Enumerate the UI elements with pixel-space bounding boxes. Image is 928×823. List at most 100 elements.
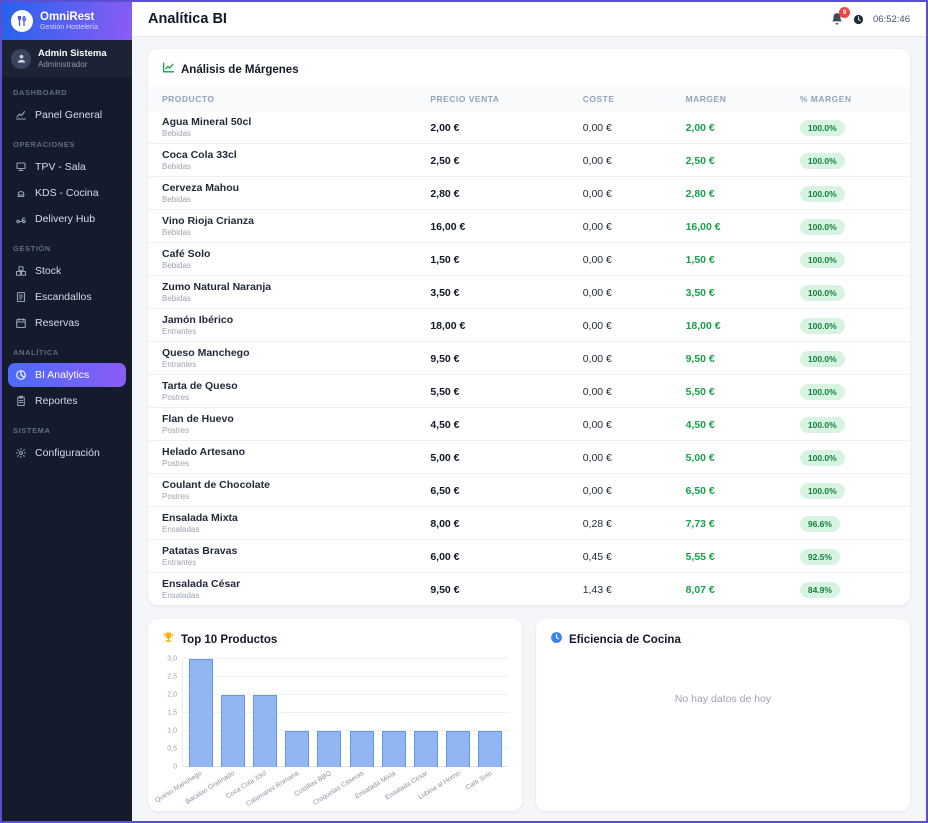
y-tick-label: 0 [173,764,177,771]
sidebar-item-label: Stock [35,265,61,277]
chart-x-labels: Queso ManchegoBacalao GratinadoCoca Cola… [182,767,508,803]
sidebar-item-label: KDS - Cocina [35,187,99,199]
boxes-icon [15,265,27,277]
top-products-card: Top 10 Productos 00,51,01,52,02,53,0 Que… [148,619,522,811]
document-icon [15,291,27,303]
nav-section-label: OPERACIONES [2,129,132,153]
product-name: Tarta de Queso [162,380,414,392]
kitchen-card-title: Eficiencia de Cocina [569,634,681,646]
cost-value: 0,00 € [583,188,612,200]
sidebar-item-kds-cocina[interactable]: KDS - Cocina [8,181,126,205]
margin-value: 5,50 € [686,386,715,398]
column-header-precio-venta: PRECIO VENTA [422,87,574,111]
sidebar-item-reportes[interactable]: Reportes [8,389,126,413]
product-name: Agua Mineral 50cl [162,116,414,128]
table-row: Queso ManchegoEntrantes9,50 €0,00 €9,50 … [148,342,910,375]
sidebar-item-label: Delivery Hub [35,213,95,225]
column-header-producto: PRODUCTO [148,87,422,111]
table-row: Vino Rioja CrianzaBebidas16,00 €0,00 €16… [148,210,910,243]
margin-value: 8,07 € [686,584,715,596]
product-name: Coca Cola 33cl [162,149,414,161]
bar-calamares-romana [285,731,309,767]
product-category: Postres [162,426,414,435]
margins-table-header-row: PRODUCTO PRECIO VENTA COSTE MARGEN % MAR… [148,87,910,111]
cost-value: 0,45 € [583,551,612,563]
cost-value: 0,00 € [583,221,612,233]
cost-value: 1,43 € [583,584,612,596]
y-tick-label: 1,5 [167,710,177,717]
sidebar-item-label: Panel General [35,109,102,121]
blue-clock-icon [550,631,563,649]
sidebar-item-panel-general[interactable]: Panel General [8,103,126,127]
app-tagline: Gestión Hostelería [40,24,98,31]
margin-pct-badge: 92.5% [800,549,840,565]
column-header-pct-margen: % MARGEN [792,87,910,111]
app-logo: OmniRest Gestión Hostelería [2,2,132,40]
sidebar-item-delivery-hub[interactable]: Delivery Hub [8,207,126,231]
margin-pct-badge: 100.0% [800,120,845,136]
product-name: Zumo Natural Naranja [162,281,414,293]
cost-value: 0,28 € [583,518,612,530]
green-chart-icon [162,61,175,79]
nav-section-label: SISTEMA [2,415,132,439]
sidebar-item-reservas[interactable]: Reservas [8,311,126,335]
margin-value: 7,73 € [686,518,715,530]
margin-pct-badge: 100.0% [800,285,845,301]
sidebar-item-bi-analytics[interactable]: BI Analytics [8,363,126,387]
product-category: Postres [162,393,414,402]
product-category: Ensaladas [162,591,414,600]
margin-pct-badge: 100.0% [800,219,845,235]
table-row: Coulant de ChocolatePostres6,50 €0,00 €6… [148,474,910,507]
sidebar-item-escandallos[interactable]: Escandallos [8,285,126,309]
notifications-bell-icon[interactable]: 9 [830,12,844,26]
bar-bacalao-gratinado [221,695,245,767]
user-block: Admin Sistema Administrador [2,40,132,77]
kitchen-efficiency-card: Eficiencia de Cocina No hay datos de hoy [536,619,910,811]
cost-value: 0,00 € [583,419,612,431]
table-row: Helado ArtesanoPostres5,00 €0,00 €5,00 €… [148,441,910,474]
calendar-icon [15,317,27,329]
table-row: Patatas BravasEntrantes6,00 €0,45 €5,55 … [148,540,910,573]
bar-coca-cola-33cl [253,695,277,767]
margin-pct-badge: 100.0% [800,483,845,499]
margin-value: 1,50 € [686,254,715,266]
sidebar-item-configuraci-n[interactable]: Configuración [8,441,126,465]
margin-value: 2,50 € [686,155,715,167]
margin-value: 2,80 € [686,188,715,200]
price-value: 9,50 € [430,353,459,365]
cost-value: 0,00 € [583,452,612,464]
y-tick-label: 2,5 [167,674,177,681]
margin-pct-badge: 96.6% [800,516,840,532]
product-category: Entrantes [162,327,414,336]
y-tick-label: 2,0 [167,692,177,699]
product-name: Patatas Bravas [162,545,414,557]
margin-value: 3,50 € [686,287,715,299]
margin-pct-badge: 100.0% [800,351,845,367]
product-name: Flan de Huevo [162,413,414,425]
product-category: Bebidas [162,261,414,270]
bar-ensalada-c-sar [414,731,438,767]
cost-value: 0,00 € [583,386,612,398]
cost-value: 0,00 € [583,320,612,332]
chart-line-icon [15,109,27,121]
margin-pct-badge: 100.0% [800,384,845,400]
chart-y-axis: 00,51,01,52,02,53,0 [158,659,182,767]
product-name: Ensalada Mixta [162,512,414,524]
sidebar-item-stock[interactable]: Stock [8,259,126,283]
bar-ensalada-mixta [382,731,406,767]
table-row: Zumo Natural NaranjaBebidas3,50 €0,00 €3… [148,276,910,309]
product-category: Bebidas [162,195,414,204]
top-products-header: Top 10 Productos [148,619,522,657]
sidebar-item-label: BI Analytics [35,369,89,381]
table-row: Ensalada MixtaEnsaladas8,00 €0,28 €7,73 … [148,507,910,540]
nav-section-label: DASHBOARD [2,77,132,101]
notification-badge: 9 [839,7,850,18]
product-name: Vino Rioja Crianza [162,215,414,227]
pie-chart-icon [15,369,27,381]
topbar: Analítica BI 9 06:52:46 [132,2,926,37]
price-value: 18,00 € [430,320,465,332]
column-header-coste: COSTE [575,87,678,111]
chart-plot [182,659,508,767]
sidebar-item-tpv-sala[interactable]: TPV - Sala [8,155,126,179]
margin-value: 9,50 € [686,353,715,365]
